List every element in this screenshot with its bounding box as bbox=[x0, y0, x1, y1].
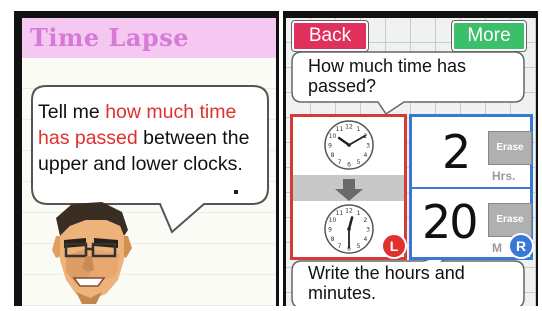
instruction-text: Write the hours and minutes. bbox=[308, 263, 465, 303]
speech-text: Tell me how much time has passed between… bbox=[38, 99, 253, 177]
r-button-badge[interactable]: R bbox=[508, 233, 534, 259]
answer-panel: 2 Erase Hrs. 20 Erase M R bbox=[409, 114, 534, 260]
clock-panel: 123456789101112 123456789101112 L bbox=[290, 114, 407, 260]
speech-text-start: Tell me bbox=[38, 101, 106, 123]
clock-numeral: 1 bbox=[357, 210, 361, 217]
upper-clock: 123456789101112 bbox=[324, 120, 374, 170]
clock-numeral: 3 bbox=[366, 227, 370, 234]
clock-numeral: 12 bbox=[345, 208, 353, 215]
clock-numeral: 10 bbox=[329, 133, 337, 140]
clock-numeral: 4 bbox=[364, 236, 368, 243]
clock-numeral: 2 bbox=[364, 217, 368, 224]
clock-numeral: 1 bbox=[357, 126, 361, 133]
clock-numeral: 10 bbox=[329, 217, 337, 224]
bottom-screen-panel: Back More How much time has passed? Writ… bbox=[286, 18, 536, 306]
hours-unit-label: Hrs. bbox=[492, 169, 516, 183]
top-screen: Time Lapse Tell me how much time has pas… bbox=[14, 11, 279, 306]
clock-numeral: 5 bbox=[357, 243, 361, 250]
clock-numeral: 6 bbox=[347, 162, 351, 169]
minutes-handwritten-digits: 20 bbox=[422, 195, 479, 249]
erase-minutes-button[interactable]: Erase bbox=[488, 203, 532, 237]
lower-clock: 1234567891011 12 bbox=[324, 204, 374, 254]
clock-numeral: 8 bbox=[331, 236, 335, 243]
clock-numeral: 11 bbox=[336, 210, 344, 217]
clock-numeral: 9 bbox=[328, 143, 332, 150]
clock-numeral: 12 bbox=[345, 124, 353, 131]
clock-numeral: 9 bbox=[328, 227, 332, 234]
clock-numeral: 7 bbox=[338, 243, 342, 250]
erase-hours-button[interactable]: Erase bbox=[488, 131, 532, 165]
clock-numeral: 11 bbox=[336, 126, 344, 133]
clock-numeral: 4 bbox=[364, 152, 368, 159]
answer-divider bbox=[412, 187, 530, 189]
clock-numeral: 5 bbox=[357, 159, 361, 166]
clock-numeral: 7 bbox=[338, 159, 342, 166]
clock-numeral: 3 bbox=[366, 143, 370, 150]
clock-numeral: 8 bbox=[331, 152, 335, 159]
clock-center bbox=[347, 143, 351, 147]
down-arrow-icon bbox=[335, 179, 363, 201]
hours-handwritten-digit: 2 bbox=[442, 125, 472, 179]
question-text: How much time has passed? bbox=[308, 56, 467, 96]
l-button-badge[interactable]: L bbox=[381, 233, 407, 259]
clock-center bbox=[347, 227, 351, 231]
bottom-screen: Back More How much time has passed? Writ… bbox=[283, 11, 538, 306]
professor-face-avatar bbox=[52, 202, 132, 304]
top-screen-panel: Time Lapse Tell me how much time has pas… bbox=[22, 18, 276, 306]
minutes-unit-label: M bbox=[492, 241, 502, 255]
